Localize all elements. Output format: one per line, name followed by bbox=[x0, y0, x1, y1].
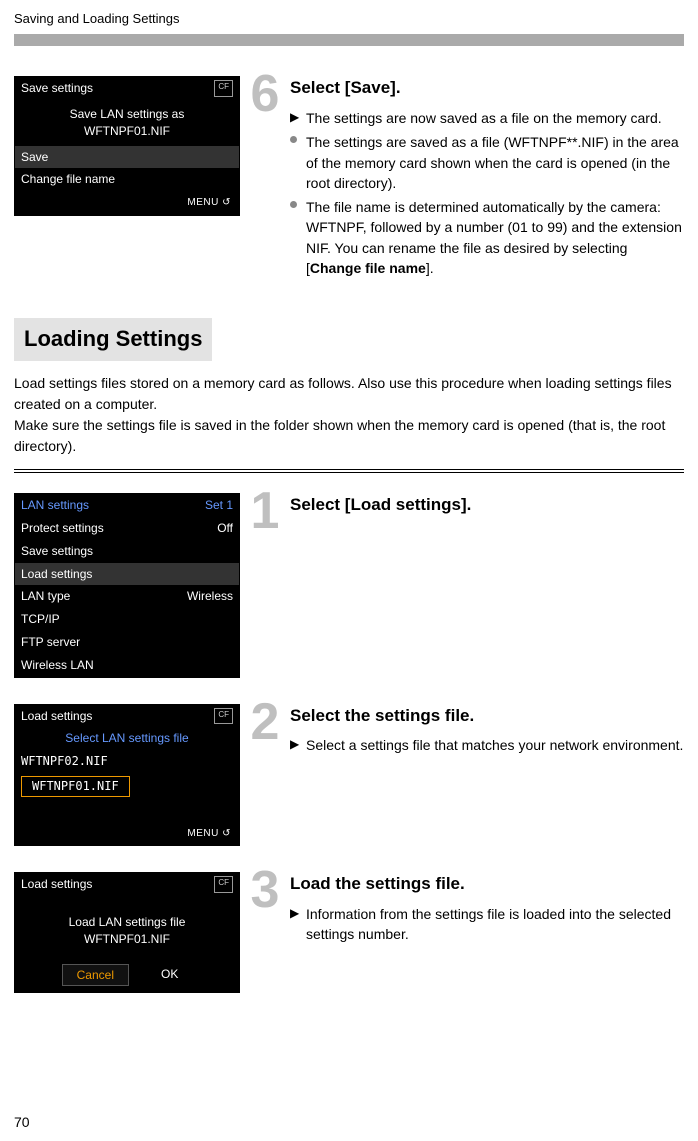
lcd-row[interactable]: LAN settingsSet 1 bbox=[15, 494, 239, 517]
cf-icon: CF bbox=[214, 708, 233, 725]
step-1: LAN settingsSet 1 Protect settingsOff Sa… bbox=[14, 493, 684, 677]
menu-back-icon[interactable] bbox=[187, 195, 231, 210]
cf-icon: CF bbox=[214, 876, 233, 893]
lcd-row[interactable]: Save settings bbox=[15, 540, 239, 563]
step-body: ▶The settings are now saved as a file on… bbox=[290, 108, 684, 278]
lcd-subtitle: Select LAN settings file bbox=[15, 727, 239, 750]
page-number: 70 bbox=[14, 1113, 30, 1133]
step-body: ▶Select a settings file that matches you… bbox=[290, 735, 684, 755]
arrow-icon: ▶ bbox=[290, 109, 299, 126]
menu-back-icon[interactable] bbox=[187, 826, 231, 841]
lcd-option-save[interactable]: Save bbox=[15, 146, 239, 169]
lcd-title: Save settings bbox=[21, 80, 93, 97]
lcd-save-settings: Save settings CF Save LAN settings as WFT… bbox=[14, 76, 240, 215]
lcd-file-selected[interactable]: WFTNPF01.NIF bbox=[15, 773, 239, 800]
step-title: Load the settings file. bbox=[290, 872, 684, 896]
step-title: Select [Load settings]. bbox=[290, 493, 684, 517]
cf-icon: CF bbox=[214, 80, 233, 97]
bullet-icon bbox=[290, 201, 297, 208]
lcd-row-load-settings[interactable]: Load settings bbox=[15, 563, 239, 586]
step-number: 2 bbox=[251, 700, 280, 744]
cancel-button[interactable]: Cancel bbox=[62, 964, 129, 987]
paragraph: Make sure the settings file is saved in … bbox=[14, 415, 684, 457]
step-2: Load settings CF Select LAN settings file… bbox=[14, 704, 684, 847]
lcd-row[interactable]: Wireless LAN bbox=[15, 654, 239, 677]
lcd-line: WFTNPF01.NIF bbox=[19, 931, 235, 948]
lcd-row[interactable]: Protect settingsOff bbox=[15, 517, 239, 540]
paragraph: Load settings files stored on a memory c… bbox=[14, 373, 684, 415]
bullet-icon bbox=[290, 136, 297, 143]
lcd-load-confirm: Load settings CF Load LAN settings file W… bbox=[14, 872, 240, 993]
lcd-title: Load settings bbox=[21, 708, 92, 725]
arrow-icon: ▶ bbox=[290, 736, 299, 753]
lcd-line: Save LAN settings as bbox=[19, 106, 235, 123]
step-number: 6 bbox=[251, 72, 280, 116]
step-title: Select the settings file. bbox=[290, 704, 684, 728]
section-heading-loading: Loading Settings bbox=[14, 318, 212, 361]
lcd-title: Load settings bbox=[21, 876, 92, 893]
section-divider bbox=[14, 469, 684, 473]
step-number: 3 bbox=[251, 868, 280, 912]
step-number: 1 bbox=[251, 489, 280, 533]
lcd-line: WFTNPF01.NIF bbox=[19, 123, 235, 140]
lcd-load-settings-list: Load settings CF Select LAN settings file… bbox=[14, 704, 240, 847]
ok-button[interactable]: OK bbox=[147, 964, 192, 987]
lcd-row[interactable]: LAN typeWireless bbox=[15, 585, 239, 608]
arrow-icon: ▶ bbox=[290, 905, 299, 922]
step-6: Save settings CF Save LAN settings as WFT… bbox=[14, 76, 684, 282]
lcd-option-change-name[interactable]: Change file name bbox=[15, 168, 239, 191]
lcd-row[interactable]: TCP/IP bbox=[15, 608, 239, 631]
step-body: ▶Information from the settings file is l… bbox=[290, 904, 684, 945]
lcd-row[interactable]: FTP server bbox=[15, 631, 239, 654]
step-3: Load settings CF Load LAN settings file W… bbox=[14, 872, 684, 993]
lcd-line: Load LAN settings file bbox=[19, 914, 235, 931]
step-title: Select [Save]. bbox=[290, 76, 684, 100]
chapter-title: Saving and Loading Settings bbox=[14, 10, 684, 28]
divider-bar bbox=[14, 34, 684, 46]
lcd-lan-settings: LAN settingsSet 1 Protect settingsOff Sa… bbox=[14, 493, 240, 677]
lcd-file[interactable]: WFTNPF02.NIF bbox=[15, 750, 239, 773]
